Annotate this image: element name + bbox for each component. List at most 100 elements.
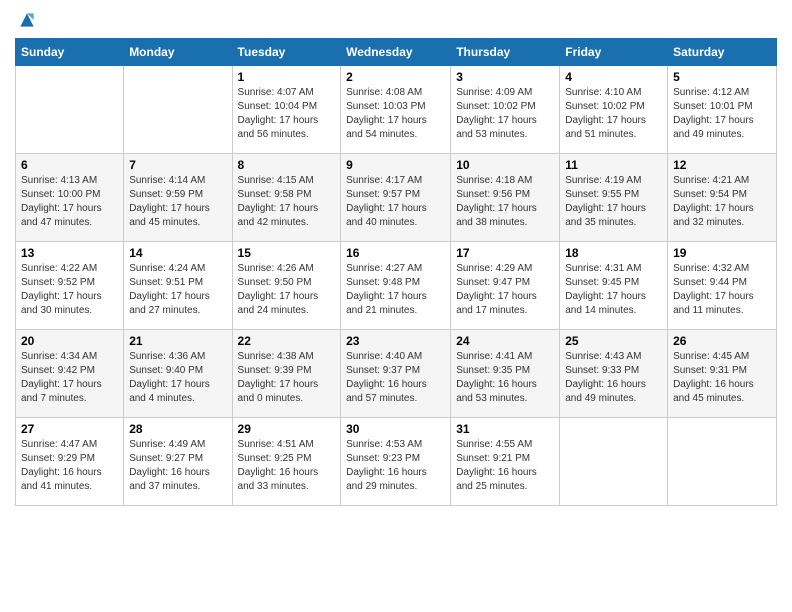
day-number: 25 <box>565 334 662 348</box>
day-info: Sunrise: 4:27 AMSunset: 9:48 PMDaylight:… <box>346 262 445 318</box>
day-info: Sunrise: 4:45 AMSunset: 9:31 PMDaylight:… <box>673 350 771 406</box>
day-number: 14 <box>129 246 226 260</box>
calendar-cell <box>124 66 232 154</box>
calendar-cell: 15 Sunrise: 4:26 AMSunset: 9:50 PMDayligh… <box>232 242 341 330</box>
calendar-cell: 1 Sunrise: 4:07 AMSunset: 10:04 PMDayligh… <box>232 66 341 154</box>
day-info: Sunrise: 4:29 AMSunset: 9:47 PMDaylight:… <box>456 262 554 318</box>
day-info: Sunrise: 4:14 AMSunset: 9:59 PMDaylight:… <box>129 174 226 230</box>
day-info: Sunrise: 4:51 AMSunset: 9:25 PMDaylight:… <box>238 438 336 494</box>
calendar-cell: 11 Sunrise: 4:19 AMSunset: 9:55 PMDayligh… <box>560 154 668 242</box>
day-number: 8 <box>238 158 336 172</box>
day-number: 26 <box>673 334 771 348</box>
page: SundayMondayTuesdayWednesdayThursdayFrid… <box>0 0 792 516</box>
calendar-week-1: 1 Sunrise: 4:07 AMSunset: 10:04 PMDayligh… <box>16 66 777 154</box>
day-info: Sunrise: 4:13 AMSunset: 10:00 PMDaylight… <box>21 174 118 230</box>
day-number: 2 <box>346 70 445 84</box>
day-info: Sunrise: 4:08 AMSunset: 10:03 PMDaylight… <box>346 86 445 142</box>
day-number: 9 <box>346 158 445 172</box>
calendar-header-friday: Friday <box>560 39 668 66</box>
calendar-week-5: 27 Sunrise: 4:47 AMSunset: 9:29 PMDayligh… <box>16 418 777 506</box>
day-info: Sunrise: 4:36 AMSunset: 9:40 PMDaylight:… <box>129 350 226 406</box>
calendar-cell: 3 Sunrise: 4:09 AMSunset: 10:02 PMDayligh… <box>451 66 560 154</box>
day-info: Sunrise: 4:10 AMSunset: 10:02 PMDaylight… <box>565 86 662 142</box>
day-info: Sunrise: 4:09 AMSunset: 10:02 PMDaylight… <box>456 86 554 142</box>
calendar-cell: 2 Sunrise: 4:08 AMSunset: 10:03 PMDayligh… <box>341 66 451 154</box>
day-info: Sunrise: 4:31 AMSunset: 9:45 PMDaylight:… <box>565 262 662 318</box>
calendar-cell: 31Sunrise: 4:55 AMSunset: 9:21 PMDayligh… <box>451 418 560 506</box>
calendar-cell: 10Sunrise: 4:18 AMSunset: 9:56 PMDayligh… <box>451 154 560 242</box>
day-number: 1 <box>238 70 336 84</box>
day-info: Sunrise: 4:24 AMSunset: 9:51 PMDaylight:… <box>129 262 226 318</box>
calendar-cell: 21Sunrise: 4:36 AMSunset: 9:40 PMDayligh… <box>124 330 232 418</box>
day-number: 22 <box>238 334 336 348</box>
calendar-cell: 30 Sunrise: 4:53 AMSunset: 9:23 PMDayligh… <box>341 418 451 506</box>
calendar-header-saturday: Saturday <box>668 39 777 66</box>
day-number: 17 <box>456 246 554 260</box>
day-info: Sunrise: 4:22 AMSunset: 9:52 PMDaylight:… <box>21 262 118 318</box>
day-number: 6 <box>21 158 118 172</box>
day-info: Sunrise: 4:49 AMSunset: 9:27 PMDaylight:… <box>129 438 226 494</box>
calendar-cell: 18 Sunrise: 4:31 AMSunset: 9:45 PMDayligh… <box>560 242 668 330</box>
day-info: Sunrise: 4:12 AMSunset: 10:01 PMDaylight… <box>673 86 771 142</box>
calendar-cell: 13 Sunrise: 4:22 AMSunset: 9:52 PMDayligh… <box>16 242 124 330</box>
calendar-cell: 12Sunrise: 4:21 AMSunset: 9:54 PMDayligh… <box>668 154 777 242</box>
day-info: Sunrise: 4:21 AMSunset: 9:54 PMDaylight:… <box>673 174 771 230</box>
day-number: 18 <box>565 246 662 260</box>
logo-icon <box>17 10 37 30</box>
day-info: Sunrise: 4:41 AMSunset: 9:35 PMDaylight:… <box>456 350 554 406</box>
day-number: 19 <box>673 246 771 260</box>
calendar-header-monday: Monday <box>124 39 232 66</box>
logo-text <box>15 10 37 30</box>
calendar-cell <box>560 418 668 506</box>
calendar-cell: 9 Sunrise: 4:17 AMSunset: 9:57 PMDaylight… <box>341 154 451 242</box>
day-info: Sunrise: 4:26 AMSunset: 9:50 PMDaylight:… <box>238 262 336 318</box>
day-number: 27 <box>21 422 118 436</box>
calendar-cell: 16 Sunrise: 4:27 AMSunset: 9:48 PMDayligh… <box>341 242 451 330</box>
day-number: 24 <box>456 334 554 348</box>
day-number: 13 <box>21 246 118 260</box>
day-number: 29 <box>238 422 336 436</box>
day-number: 15 <box>238 246 336 260</box>
calendar-cell: 4 Sunrise: 4:10 AMSunset: 10:02 PMDayligh… <box>560 66 668 154</box>
day-info: Sunrise: 4:17 AMSunset: 9:57 PMDaylight:… <box>346 174 445 230</box>
day-number: 4 <box>565 70 662 84</box>
day-number: 30 <box>346 422 445 436</box>
calendar-header-sunday: Sunday <box>16 39 124 66</box>
calendar-cell: 29 Sunrise: 4:51 AMSunset: 9:25 PMDayligh… <box>232 418 341 506</box>
calendar-cell: 26 Sunrise: 4:45 AMSunset: 9:31 PMDayligh… <box>668 330 777 418</box>
day-number: 23 <box>346 334 445 348</box>
calendar-cell <box>16 66 124 154</box>
calendar-cell: 19Sunrise: 4:32 AMSunset: 9:44 PMDayligh… <box>668 242 777 330</box>
calendar-week-2: 6 Sunrise: 4:13 AMSunset: 10:00 PMDayligh… <box>16 154 777 242</box>
calendar-cell: 14 Sunrise: 4:24 AMSunset: 9:51 PMDayligh… <box>124 242 232 330</box>
calendar-cell: 5Sunrise: 4:12 AMSunset: 10:01 PMDayligh… <box>668 66 777 154</box>
calendar-cell: 27 Sunrise: 4:47 AMSunset: 9:29 PMDayligh… <box>16 418 124 506</box>
calendar-week-3: 13 Sunrise: 4:22 AMSunset: 9:52 PMDayligh… <box>16 242 777 330</box>
day-info: Sunrise: 4:38 AMSunset: 9:39 PMDaylight:… <box>238 350 336 406</box>
calendar-week-4: 20 Sunrise: 4:34 AMSunset: 9:42 PMDayligh… <box>16 330 777 418</box>
day-number: 11 <box>565 158 662 172</box>
calendar-header-row: SundayMondayTuesdayWednesdayThursdayFrid… <box>16 39 777 66</box>
calendar-cell: 6 Sunrise: 4:13 AMSunset: 10:00 PMDayligh… <box>16 154 124 242</box>
calendar-cell: 17 Sunrise: 4:29 AMSunset: 9:47 PMDayligh… <box>451 242 560 330</box>
day-number: 20 <box>21 334 118 348</box>
day-info: Sunrise: 4:53 AMSunset: 9:23 PMDaylight:… <box>346 438 445 494</box>
calendar-cell <box>668 418 777 506</box>
calendar-header-wednesday: Wednesday <box>341 39 451 66</box>
day-number: 10 <box>456 158 554 172</box>
day-number: 3 <box>456 70 554 84</box>
day-number: 7 <box>129 158 226 172</box>
calendar-cell: 25Sunrise: 4:43 AMSunset: 9:33 PMDayligh… <box>560 330 668 418</box>
day-info: Sunrise: 4:47 AMSunset: 9:29 PMDaylight:… <box>21 438 118 494</box>
day-info: Sunrise: 4:07 AMSunset: 10:04 PMDaylight… <box>238 86 336 142</box>
calendar-cell: 23 Sunrise: 4:40 AMSunset: 9:37 PMDayligh… <box>341 330 451 418</box>
calendar-cell: 28 Sunrise: 4:49 AMSunset: 9:27 PMDayligh… <box>124 418 232 506</box>
day-info: Sunrise: 4:19 AMSunset: 9:55 PMDaylight:… <box>565 174 662 230</box>
day-info: Sunrise: 4:15 AMSunset: 9:58 PMDaylight:… <box>238 174 336 230</box>
calendar-cell: 24 Sunrise: 4:41 AMSunset: 9:35 PMDayligh… <box>451 330 560 418</box>
day-info: Sunrise: 4:34 AMSunset: 9:42 PMDaylight:… <box>21 350 118 406</box>
day-info: Sunrise: 4:40 AMSunset: 9:37 PMDaylight:… <box>346 350 445 406</box>
day-number: 16 <box>346 246 445 260</box>
calendar-header-thursday: Thursday <box>451 39 560 66</box>
day-number: 28 <box>129 422 226 436</box>
